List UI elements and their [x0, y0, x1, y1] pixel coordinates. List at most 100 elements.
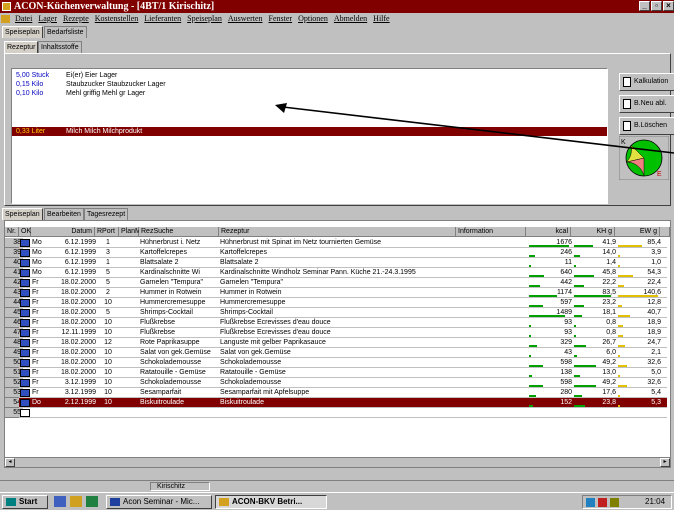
- recipe-type-icon[interactable]: [20, 359, 30, 367]
- recipe-type-icon[interactable]: [20, 289, 30, 297]
- tab-speiseplan-bottom[interactable]: Speiseplan: [2, 208, 43, 220]
- recipe-type-icon[interactable]: [20, 329, 30, 337]
- table-row[interactable]: Fr 18.02.2000 5 Shrimps-Cocktail Shrimps-Coc…: [19, 308, 667, 318]
- taskbar: Start Acon Seminar - Mic... ACON-BKV Bet…: [0, 492, 674, 510]
- recipe-type-icon[interactable]: [20, 309, 30, 317]
- nutrient-bar: [618, 295, 658, 297]
- table-row[interactable]: Fr 18.02.2000 10 Flußkrebse Flußkrebse Ecrev…: [19, 318, 667, 328]
- cell-rez: Sesamparfait mit Apfelsuppe: [220, 389, 310, 396]
- table-row[interactable]: Fr 18.02.2000 10 Salat von gek.Gemüse Salat …: [19, 348, 667, 358]
- taskbar-item-acon[interactable]: ACON-BKV Betri...: [215, 495, 327, 509]
- col-rezeptur[interactable]: Rezeptur: [219, 227, 456, 237]
- minimize-button[interactable]: _: [639, 1, 650, 11]
- recipe-type-icon[interactable]: [20, 269, 30, 277]
- recipe-type-icon[interactable]: [20, 349, 30, 357]
- menu-fenster[interactable]: Fenster: [266, 13, 296, 25]
- table-row[interactable]: Mo 6.12.1999 5 Kardinalschnitte Wi Kardinals…: [19, 268, 667, 278]
- start-button[interactable]: Start: [2, 495, 48, 509]
- col-information[interactable]: Information: [456, 227, 526, 237]
- table-row[interactable]: [19, 408, 667, 418]
- table-row[interactable]: Fr 3.12.1999 10 Sesamparfait Sesamparfait mi…: [19, 388, 667, 398]
- ingredient-row[interactable]: 0,10 Kilo Mehl griffig Mehl gr Lager: [12, 89, 607, 98]
- cell-date: 18.02.2000: [60, 349, 96, 356]
- recipe-type-icon[interactable]: [20, 409, 30, 417]
- col-nr[interactable]: Nr.: [5, 227, 19, 237]
- maximize-button[interactable]: ▫: [651, 1, 662, 11]
- table-row[interactable]: Fr 18.02.2000 12 Rote Paprikasuppe Languste …: [19, 338, 667, 348]
- table-row[interactable]: Mo 6.12.1999 3 Kartoffelcrepes Kartoffelcrep…: [19, 248, 667, 258]
- table-row[interactable]: Fr 18.02.2000 10 Schokolademousse Schokolade…: [19, 358, 667, 368]
- menu-abmelden[interactable]: Abmelden: [331, 13, 370, 25]
- cell-date: 18.02.2000: [60, 299, 96, 306]
- recipe-type-icon[interactable]: [20, 339, 30, 347]
- cell-suche: Kardinalschnitte Wi: [140, 269, 200, 276]
- recipe-type-icon[interactable]: [20, 239, 30, 247]
- recipe-type-icon[interactable]: [20, 249, 30, 257]
- col-kcal[interactable]: kcal: [526, 227, 571, 237]
- tab-bearbeiten[interactable]: Bearbeiten: [44, 208, 84, 220]
- table-row-selected[interactable]: Do 2.12.1999 10 Biskuitroulade Biskuitroulad…: [19, 398, 667, 408]
- recipe-type-icon[interactable]: [20, 319, 30, 327]
- col-ew[interactable]: EW g: [615, 227, 660, 237]
- table-row[interactable]: Mo 6.12.1999 1 Hühnerbrust i. Netz Hühnerbru…: [19, 238, 667, 248]
- tab-rezeptur[interactable]: Rezeptur: [4, 41, 39, 53]
- cell-rez: Kardinalschnitte Windholz Seminar Pann. …: [220, 269, 416, 276]
- recipe-type-icon[interactable]: [20, 299, 30, 307]
- scroll-left-button[interactable]: ◂: [5, 458, 15, 467]
- menu-kostenstellen[interactable]: Kostenstellen: [92, 13, 142, 25]
- menu-optionen[interactable]: Optionen: [295, 13, 331, 25]
- tray-volume-icon[interactable]: [610, 498, 619, 507]
- table-row[interactable]: Fr 3.12.1999 10 Schokolademousse Schokoladem…: [19, 378, 667, 388]
- menu-speiseplan[interactable]: Speiseplan: [184, 13, 225, 25]
- tab-inhaltsstoffe[interactable]: Inhaltsstoffe: [38, 41, 82, 53]
- cell-rez: Salat von gek.Gemüse: [220, 349, 291, 356]
- table-row[interactable]: Fr 18.02.2000 2 Hummer in Rotwein Hummer in …: [19, 288, 667, 298]
- recipe-type-icon[interactable]: [20, 399, 30, 407]
- recipe-type-icon[interactable]: [20, 379, 30, 387]
- menu-hilfe[interactable]: Hilfe: [370, 13, 392, 25]
- col-rport[interactable]: RPort: [95, 227, 119, 237]
- col-planm[interactable]: PlanM: [119, 227, 141, 237]
- recipe-type-icon[interactable]: [20, 279, 30, 287]
- menu-lager[interactable]: Lager: [35, 13, 60, 25]
- recipe-type-icon[interactable]: [20, 369, 30, 377]
- ingredient-row[interactable]: 0,15 Kilo Staubzucker Staubzucker Lager: [12, 80, 607, 89]
- taskbar-item-word[interactable]: Acon Seminar - Mic...: [106, 495, 212, 509]
- menu-rezepte[interactable]: Rezepte: [60, 13, 92, 25]
- cell-day: [32, 408, 44, 418]
- mdi-icon[interactable]: [1, 15, 10, 23]
- recipe-type-icon[interactable]: [20, 389, 30, 397]
- table-row[interactable]: Fr 18.02.2000 5 Garnelen "Tempura" Garnelen …: [19, 278, 667, 288]
- channels-icon[interactable]: [86, 496, 98, 507]
- scroll-right-button[interactable]: ▸: [660, 458, 670, 467]
- table-row[interactable]: Fr 18.02.2000 10 Ratatouille - Gemüse Ratato…: [19, 368, 667, 378]
- menu-lieferanten[interactable]: Lieferanten: [141, 13, 184, 25]
- table-row[interactable]: Mo 6.12.1999 1 Blattsalate 2 Blattsalate 2 11…: [19, 258, 667, 268]
- tab-tagesrezept[interactable]: Tagesrezept: [84, 208, 129, 220]
- nutrient-bar: [618, 405, 620, 407]
- tray-app-icon[interactable]: [598, 498, 607, 507]
- close-button[interactable]: ×: [663, 1, 674, 11]
- table-row[interactable]: Fr 18.02.2000 10 Hummercremesuppe Hummercrem…: [19, 298, 667, 308]
- col-datum[interactable]: Datum: [31, 227, 95, 237]
- table-row[interactable]: Fr 12.11.1999 10 Flußkrebse Flußkrebse Ecrev…: [19, 328, 667, 338]
- col-kh[interactable]: KH g: [571, 227, 615, 237]
- nutrient-bar: [529, 285, 540, 287]
- col-ok[interactable]: OK: [19, 227, 31, 237]
- col-rezsuche[interactable]: RezSuche: [139, 227, 219, 237]
- cell-rez: Schokolademousse: [220, 359, 282, 366]
- tray-network-icon[interactable]: [586, 498, 595, 507]
- horizontal-scrollbar[interactable]: ◂ ▸: [5, 457, 670, 467]
- kalkulation-button[interactable]: Kalkulation: [619, 73, 674, 91]
- explorer-icon[interactable]: [70, 496, 82, 507]
- menu-auswerten[interactable]: Auswerten: [225, 13, 266, 25]
- ingredient-row[interactable]: 5,00 Stuck Ei(er) Eier Lager: [12, 71, 607, 80]
- recipe-type-icon[interactable]: [20, 259, 30, 267]
- menu-datei[interactable]: Datei: [12, 13, 35, 25]
- desktop-icon[interactable]: [54, 496, 66, 507]
- cell-date: [44, 408, 96, 418]
- cell-rez: Hummercremesuppe: [220, 299, 286, 306]
- tab-bedarfsliste[interactable]: Bedarfsliste: [44, 26, 87, 38]
- nutrient-bar: [574, 405, 585, 407]
- tab-speiseplan[interactable]: Speiseplan: [2, 26, 43, 38]
